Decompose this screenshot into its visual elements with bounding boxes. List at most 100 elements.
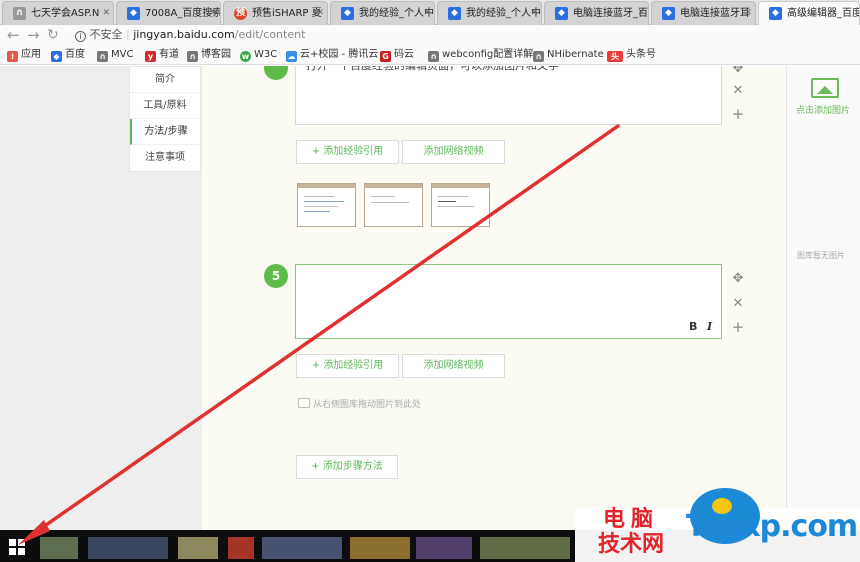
tab-label: 七天学会ASP.N — [31, 8, 100, 19]
browser-tab[interactable]: ◆ 电脑连接蓝牙耳 ✕ — [651, 1, 756, 25]
close-icon[interactable]: ✕ — [423, 2, 431, 25]
browser-tab[interactable]: ◆ 7008A_百度搜索 ✕ — [116, 1, 221, 25]
jingyan-icon: ∩ — [187, 51, 198, 62]
taskbar-app-icon[interactable] — [416, 537, 472, 559]
close-icon[interactable]: ✕ — [530, 2, 538, 25]
bookmark-w3c[interactable]: w W3C — [240, 45, 277, 65]
youdao-icon: y — [145, 51, 156, 62]
bookmark-mvc[interactable]: ∩ MVC — [97, 45, 133, 65]
url-domain: jingyan.baidu.com — [133, 28, 235, 41]
browser-tab[interactable]: ∩ 七天学会ASP.N ✕ — [2, 1, 114, 25]
bookmark-label: 码云 — [394, 49, 414, 60]
taskbar-app-icon[interactable] — [350, 537, 410, 559]
nav-item-steps[interactable]: 方法/步骤 — [130, 119, 200, 145]
bookmark-label: W3C — [254, 49, 278, 60]
bookmark-baidu[interactable]: ◆ 百度 — [51, 45, 85, 65]
forward-arrow-icon[interactable]: → — [27, 25, 40, 45]
taskbar-app-icon[interactable] — [88, 537, 168, 559]
bookmarks-bar: ⁞ 应用 ◆ 百度 ∩ MVC y 有道 ∩ 博客园 w W3C ☁ 云+校园 - 腾讯云 G… — [0, 45, 860, 65]
browser-tab[interactable]: ◆ 电脑连接蓝牙_百 ✕ — [544, 1, 649, 25]
empty-library-text: 图库暂无图片 — [797, 251, 845, 260]
bookmark-label: webconfig配置详解 — [442, 49, 534, 60]
add-reference-button[interactable]: + 添加经验引用 — [296, 140, 399, 164]
jingyan-icon: ∩ — [97, 51, 108, 62]
url-field[interactable]: i 不安全 | jingyan.baidu.com/edit/content — [75, 25, 305, 45]
bookmark-label: NHibernate — [547, 49, 604, 60]
browser-tab-active[interactable]: ◆ 高级编辑器_百度 — [758, 1, 860, 26]
back-arrow-icon[interactable]: ← — [7, 25, 20, 45]
bookmark-nhibernate[interactable]: ∩ NHibernate — [533, 45, 604, 65]
close-icon[interactable]: ✕ — [731, 84, 745, 98]
address-bar: ← → ↻ i 不安全 | jingyan.baidu.com/edit/con… — [0, 25, 860, 45]
close-icon[interactable]: ✕ — [731, 297, 745, 311]
bookmark-tencent-cloud[interactable]: ☁ 云+校园 - 腾讯云 — [286, 45, 378, 65]
gitee-icon: G — [380, 51, 391, 62]
browser-tab[interactable]: ◆ 我的经验_个人中 ✕ — [437, 1, 542, 25]
add-video-button[interactable]: 添加网络视频 — [402, 140, 505, 164]
watermark-line1: 电脑 — [602, 507, 659, 532]
move-icon[interactable]: ✥ — [731, 272, 745, 286]
bookmark-youdao[interactable]: y 有道 — [145, 45, 179, 65]
bookmark-gitee[interactable]: G 码云 — [380, 45, 414, 65]
bookmark-label: 头条号 — [626, 49, 656, 60]
step4-text-editor[interactable]: 打开一个百度经验的编辑页面，可以添加图片和文字 — [295, 66, 722, 125]
add-step-button[interactable]: + 添加步骤方法 — [296, 455, 398, 479]
close-icon[interactable]: ✕ — [209, 2, 217, 25]
bookmark-apps[interactable]: ⁞ 应用 — [7, 45, 41, 65]
bookmark-webconfig[interactable]: ∩ webconfig配置详解 — [428, 45, 533, 65]
nav-item-notes[interactable]: 注意事项 — [130, 145, 200, 171]
baidu-paw-icon: ◆ — [555, 7, 568, 20]
jingyan-icon: ∩ — [13, 7, 26, 20]
add-icon[interactable]: + — [731, 320, 745, 335]
url-path: /edit/content — [234, 28, 306, 41]
browser-tab[interactable]: 预预售iSHARP 夏 ✕ — [223, 1, 328, 25]
security-label: 不安全 — [89, 28, 123, 41]
browser-tab-strip: ∩ 七天学会ASP.N ✕ ◆ 7008A_百度搜索 ✕ 预预售iSHARP 夏 ✕ ◆ 我… — [0, 0, 860, 26]
bookmark-label: 有道 — [159, 49, 179, 60]
close-icon[interactable]: ✕ — [637, 2, 645, 25]
add-reference-button[interactable]: + 添加经验引用 — [296, 354, 399, 378]
info-icon[interactable]: i — [75, 31, 86, 42]
image-library-panel — [786, 66, 860, 530]
nav-item-tools[interactable]: 工具/原料 — [130, 93, 200, 119]
reload-icon[interactable]: ↻ — [47, 25, 59, 45]
add-video-button[interactable]: 添加网络视频 — [402, 354, 505, 378]
add-icon[interactable]: + — [731, 107, 745, 122]
image-icon — [298, 398, 310, 408]
watermark-text-cn: 电脑 技术网 — [576, 507, 686, 557]
step5-text-editor[interactable] — [295, 264, 722, 339]
bookmark-label: 百度 — [65, 49, 85, 60]
step5-number: 5 — [264, 264, 288, 288]
drag-image-hint: 从右侧图库拖动图片到此处 — [298, 397, 421, 410]
w3c-icon: w — [240, 51, 251, 62]
watermark-line2: 技术网 — [597, 532, 664, 557]
close-icon[interactable]: ✕ — [102, 2, 110, 25]
nav-item-intro[interactable]: 简介 — [130, 67, 200, 93]
close-icon[interactable]: ✕ — [744, 2, 752, 25]
taskbar-app-icon[interactable] — [480, 537, 570, 559]
add-image-button[interactable]: 点击添加图片 — [796, 78, 850, 116]
baidu-paw-icon: ◆ — [769, 7, 782, 20]
step-image-thumbnail[interactable] — [364, 183, 423, 227]
taskbar-app-icon[interactable] — [228, 537, 254, 559]
baidu-paw-icon: ◆ — [341, 7, 354, 20]
step-image-thumbnail[interactable] — [431, 183, 490, 227]
apps-grid-icon: ⁞ — [7, 51, 18, 62]
browser-tab[interactable]: ◆ 我的经验_个人中 ✕ — [330, 1, 435, 25]
jingyan-icon: ∩ — [533, 51, 544, 62]
bookmark-label: 云+校园 - 腾讯云 — [300, 49, 379, 60]
baidu-paw-icon: ◆ — [127, 7, 140, 20]
taskbar-app-icon[interactable] — [40, 537, 78, 559]
windows-start-icon[interactable] — [9, 539, 25, 555]
taskbar-app-icon[interactable] — [178, 537, 218, 559]
taskbar-app-icon[interactable] — [262, 537, 342, 559]
italic-button[interactable]: I — [707, 320, 712, 333]
step-image-thumbnail[interactable] — [297, 183, 356, 227]
cloud-icon: ☁ — [286, 51, 297, 62]
bookmark-toutiao[interactable]: 头头条号 — [607, 45, 656, 65]
sale-icon: 预 — [234, 7, 247, 20]
bold-button[interactable]: B — [689, 320, 697, 333]
close-icon[interactable]: ✕ — [316, 2, 324, 25]
bookmark-label: 应用 — [21, 49, 41, 60]
bookmark-cnblogs[interactable]: ∩ 博客园 — [187, 45, 231, 65]
